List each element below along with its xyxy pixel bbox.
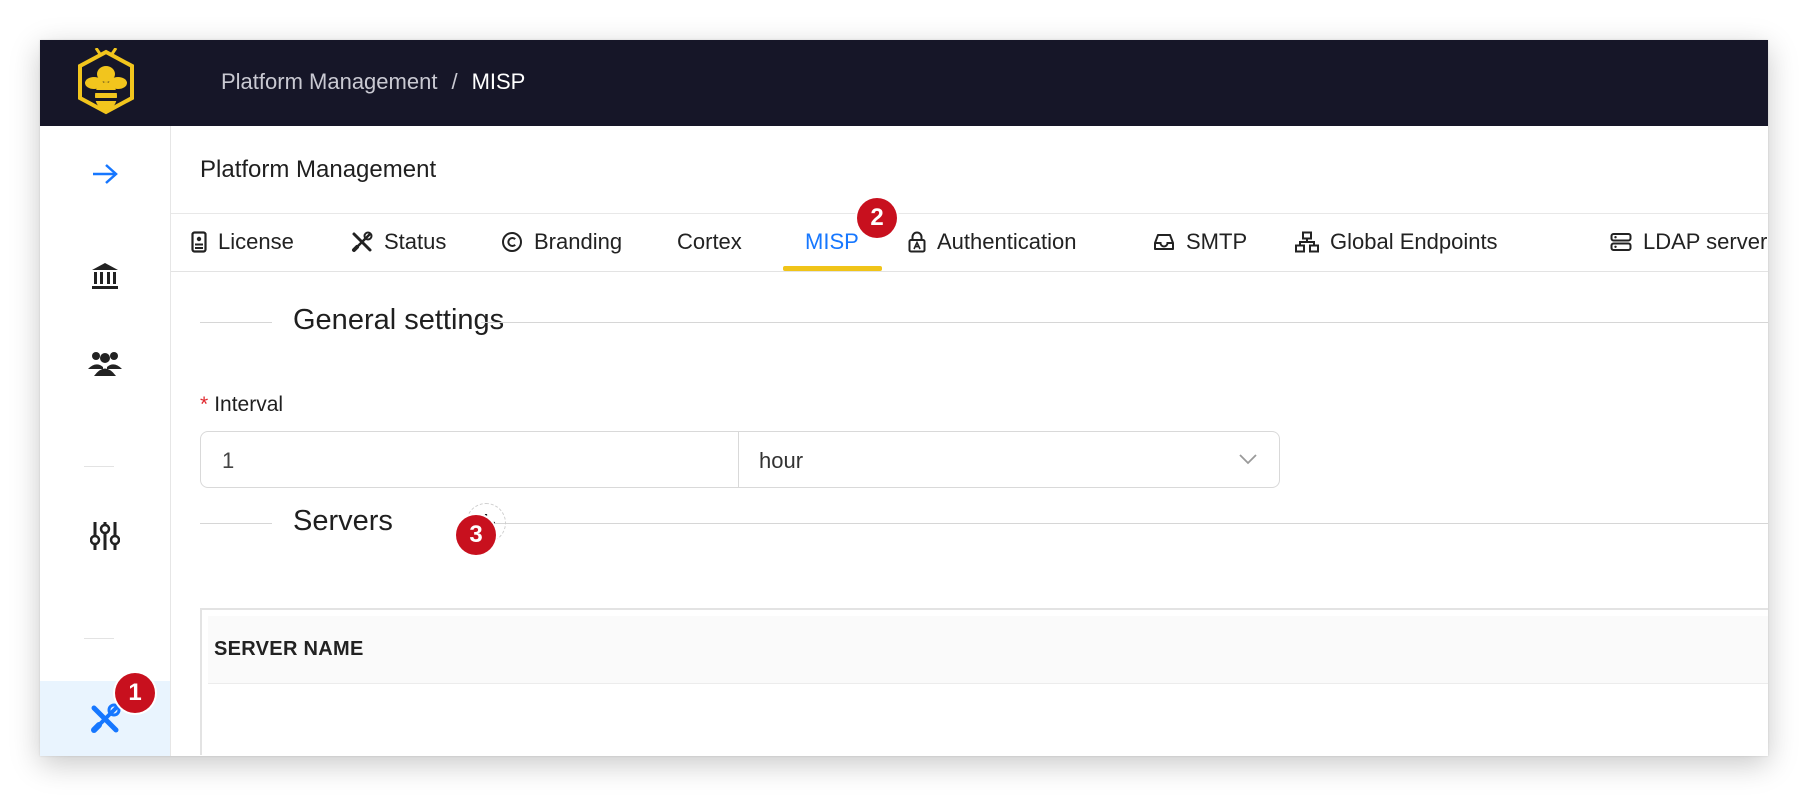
- sidebar-item-settings[interactable]: [40, 506, 170, 566]
- tab-global-endpoints[interactable]: Global Endpoints: [1295, 214, 1498, 269]
- divider-line: [200, 322, 272, 323]
- sidebar-item-organisations[interactable]: [40, 246, 170, 306]
- tab-cortex[interactable]: Cortex: [677, 214, 742, 269]
- sliders-icon: [90, 522, 120, 550]
- tab-label: MISP: [805, 228, 859, 254]
- sidebar: [40, 126, 171, 756]
- servers-title: Servers: [293, 505, 393, 537]
- step-badge: 2: [857, 198, 897, 238]
- arrow-right-icon: [93, 164, 118, 184]
- license-icon: [191, 230, 207, 253]
- divider-line: [485, 523, 1768, 524]
- interval-unit-value: hour: [759, 448, 804, 473]
- tab-misp[interactable]: MISP: [805, 214, 859, 269]
- breadcrumb-current: MISP: [471, 69, 526, 94]
- required-mark: *: [200, 393, 209, 416]
- tab-label: SMTP: [1186, 228, 1248, 254]
- tab-label: Authentication: [937, 228, 1077, 254]
- servers-header: Servers: [200, 503, 1768, 543]
- lock-icon: [908, 231, 926, 252]
- step-badge: 1: [115, 673, 155, 713]
- breadcrumb-separator: /: [451, 69, 458, 94]
- general-settings-title: General settings: [293, 304, 505, 336]
- tab-label: LDAP servers: [1643, 228, 1768, 254]
- tab-smtp[interactable]: SMTP: [1153, 214, 1247, 269]
- sidebar-expand-button[interactable]: [40, 144, 170, 204]
- inbox-icon: [1154, 233, 1174, 250]
- tab-label: Cortex: [677, 228, 742, 254]
- interval-label-text: Interval: [214, 393, 284, 416]
- bank-icon: [92, 263, 118, 289]
- main-content: Platform Management License Status Brand…: [171, 126, 1768, 756]
- network-icon: [1295, 231, 1319, 252]
- tab-status[interactable]: Status: [351, 214, 446, 269]
- page-title: Platform Management: [200, 156, 437, 183]
- general-settings-header: General settings: [200, 302, 1768, 342]
- breadcrumb: Platform Management / MISP: [221, 69, 525, 95]
- app-window: Platform Management / MISP Platform Mana…: [40, 40, 1768, 756]
- tab-ldap-servers[interactable]: LDAP servers: [1610, 214, 1768, 269]
- tab-label: Branding: [534, 228, 623, 254]
- tab-branding[interactable]: Branding: [501, 214, 622, 269]
- sidebar-divider: [84, 638, 114, 639]
- chevron-down-icon: [1239, 454, 1257, 465]
- tab-bar: License Status Branding Cortex MISP Auth…: [171, 214, 1768, 271]
- tools-icon: [352, 231, 373, 252]
- database-icon: [1610, 232, 1632, 251]
- servers-table: SERVER NAME: [200, 608, 1768, 755]
- tab-license[interactable]: License: [191, 214, 294, 269]
- divider-line: [200, 523, 272, 524]
- tab-label: License: [218, 228, 294, 254]
- tools-icon: [91, 703, 121, 733]
- interval-input[interactable]: 1: [200, 431, 739, 488]
- interval-unit-select[interactable]: hour: [739, 431, 1280, 488]
- tab-bar-divider: [171, 271, 1768, 272]
- sidebar-item-users[interactable]: [40, 332, 170, 392]
- breadcrumb-parent[interactable]: Platform Management: [221, 69, 437, 95]
- tab-label: Global Endpoints: [1330, 228, 1498, 254]
- tab-label: Status: [384, 228, 447, 254]
- step-badge: 3: [456, 515, 496, 555]
- copyright-icon: [502, 231, 522, 252]
- divider-line: [481, 322, 1768, 323]
- top-bar: Platform Management / MISP: [40, 40, 1768, 126]
- users-icon: [88, 352, 122, 376]
- table-header-server-name[interactable]: SERVER NAME: [208, 616, 1768, 684]
- bee-logo-icon[interactable]: [74, 48, 138, 118]
- interval-label: * Interval: [200, 393, 283, 417]
- sidebar-divider: [84, 466, 114, 467]
- tab-authentication[interactable]: Authentication: [908, 214, 1076, 269]
